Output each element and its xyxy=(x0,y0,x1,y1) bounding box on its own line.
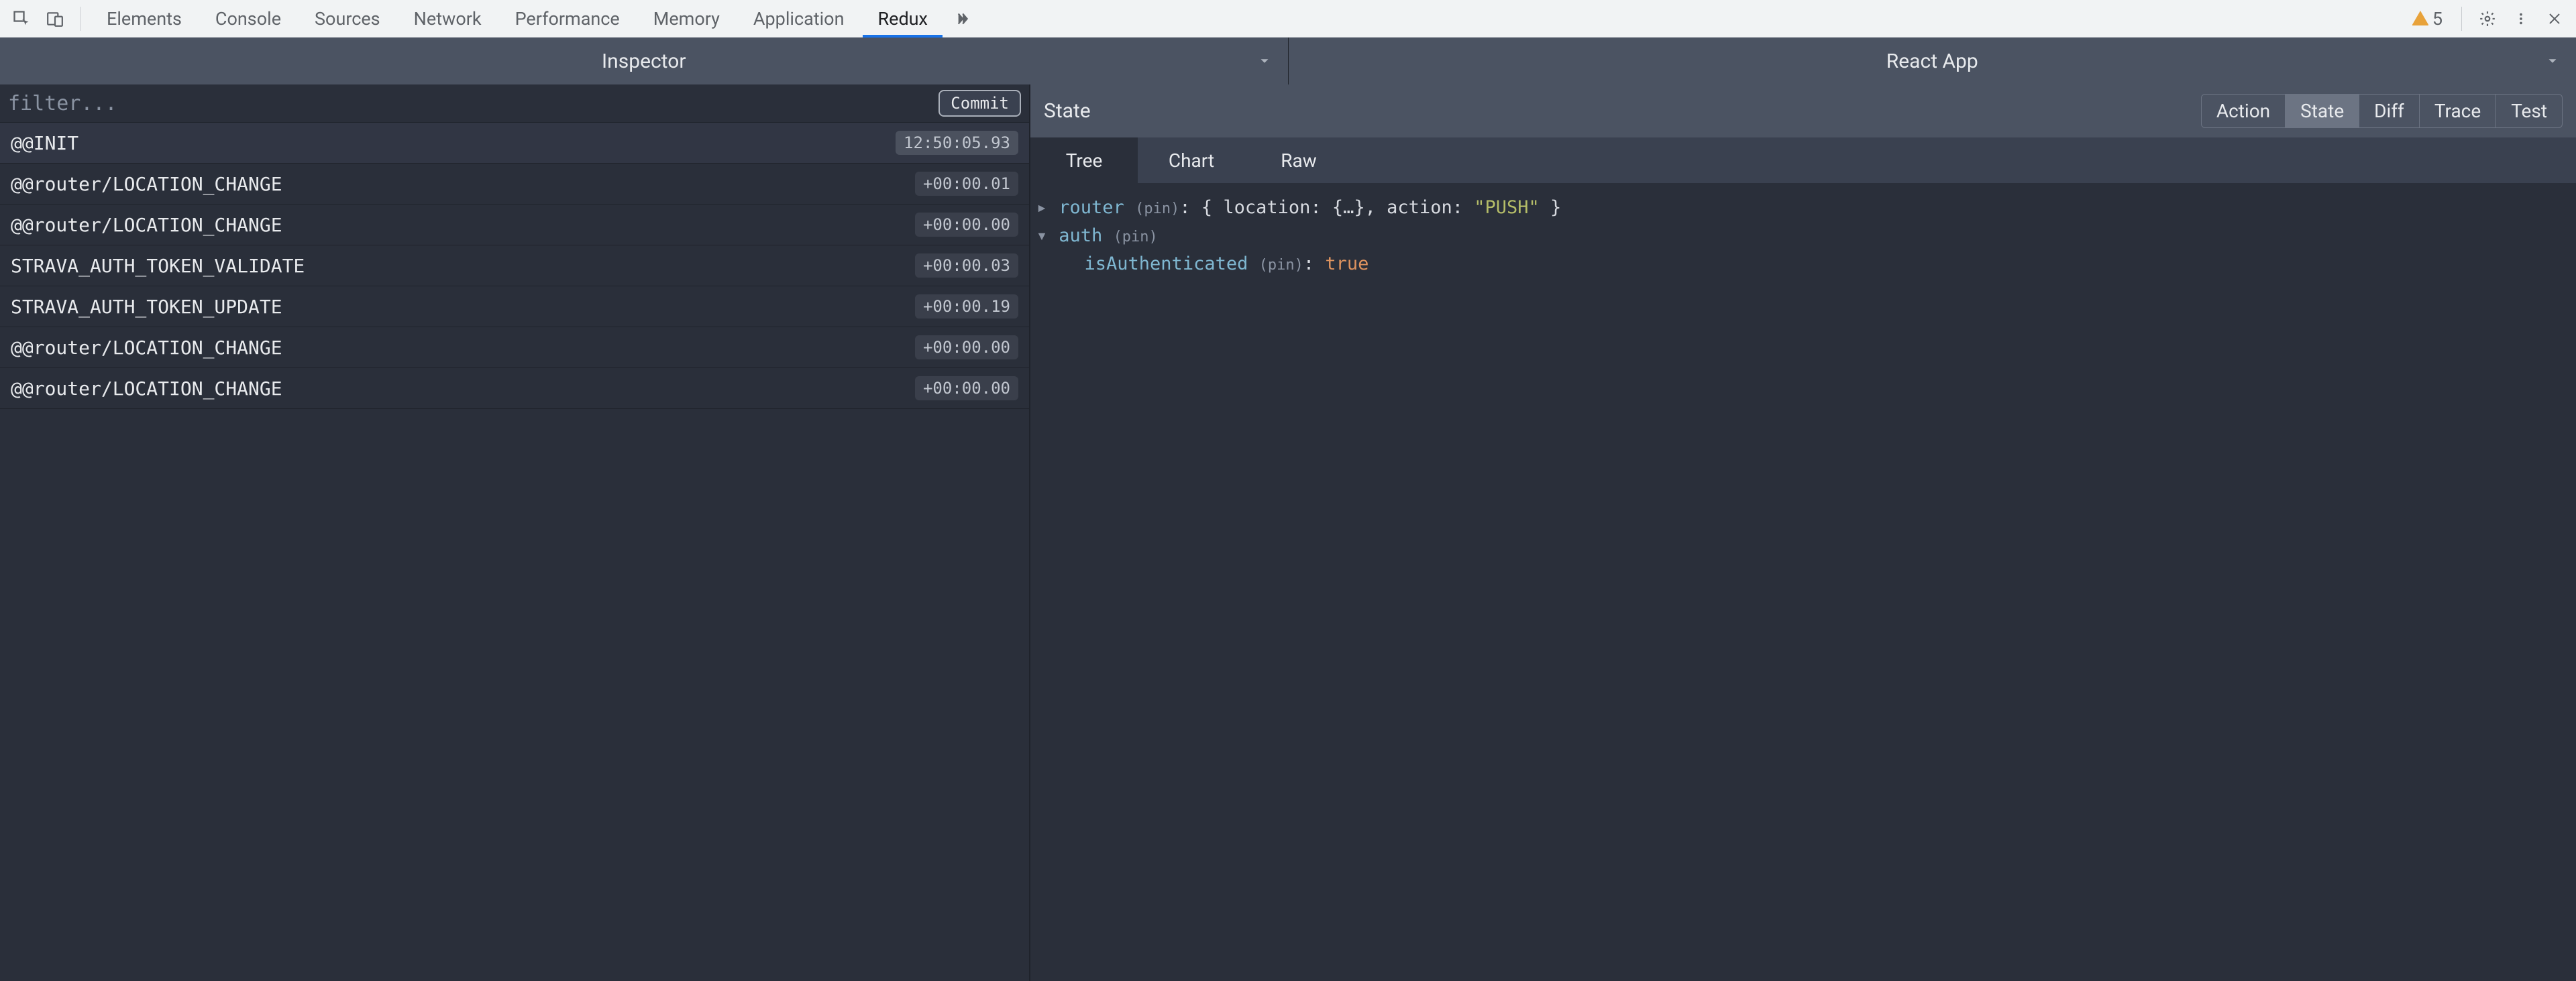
devtools-tab-console[interactable]: Console xyxy=(201,0,296,38)
action-list: @@INIT 12:50:05.93 @@router/LOCATION_CHA… xyxy=(0,123,1029,981)
tree-preview-str: "PUSH" xyxy=(1474,197,1540,218)
state-bar: State Action State Diff Trace Test xyxy=(1030,84,2576,137)
segment-test[interactable]: Test xyxy=(2496,95,2562,127)
segment-diff[interactable]: Diff xyxy=(2359,95,2420,127)
inspect-element-icon[interactable] xyxy=(7,4,36,34)
tree-key: auth xyxy=(1059,225,1102,246)
commit-button[interactable]: Commit xyxy=(938,90,1021,117)
tree-key: router xyxy=(1059,197,1124,218)
state-bar-label: State xyxy=(1044,99,2193,123)
tree-node-router[interactable]: ▸ router (pin): { location: {…}, action:… xyxy=(1036,194,2571,222)
close-icon[interactable] xyxy=(2540,4,2569,34)
filter-input[interactable] xyxy=(8,92,930,115)
state-segments: Action State Diff Trace Test xyxy=(2201,94,2563,128)
action-time: +00:00.01 xyxy=(915,172,1018,196)
action-row[interactable]: @@router/LOCATION_CHANGE +00:00.00 xyxy=(0,327,1029,368)
panel-header-instance[interactable]: React App xyxy=(1289,38,2576,84)
warning-count-value: 5 xyxy=(2432,8,2443,30)
view-tab-raw[interactable]: Raw xyxy=(1245,137,1352,183)
tree-preview-close: } xyxy=(1540,197,1562,218)
divider xyxy=(80,7,81,31)
tree-preview: { location: {…}, action: xyxy=(1201,197,1474,218)
action-row[interactable]: STRAVA_AUTH_TOKEN_UPDATE +00:00.19 xyxy=(0,286,1029,327)
tree-key: isAuthenticated xyxy=(1085,253,1248,274)
view-tab-tree[interactable]: Tree xyxy=(1030,137,1138,183)
devtools-tab-network[interactable]: Network xyxy=(399,0,496,38)
action-name: @@INIT xyxy=(11,132,78,154)
device-toolbar-icon[interactable] xyxy=(40,4,70,34)
action-name: @@router/LOCATION_CHANGE xyxy=(11,173,282,195)
action-time: 12:50:05.93 xyxy=(896,131,1018,155)
chevron-right-icon: ▸ xyxy=(1036,194,1048,222)
action-row[interactable]: STRAVA_AUTH_TOKEN_VALIDATE +00:00.03 xyxy=(0,245,1029,286)
tree-node-auth[interactable]: ▾ auth (pin) xyxy=(1036,222,2571,250)
action-row[interactable]: @@INIT 12:50:05.93 xyxy=(0,123,1029,164)
action-row[interactable]: @@router/LOCATION_CHANGE +00:00.00 xyxy=(0,368,1029,409)
state-tree: ▸ router (pin): { location: {…}, action:… xyxy=(1030,183,2576,981)
kebab-menu-icon[interactable] xyxy=(2506,4,2536,34)
devtools-tab-bar: Elements Console Sources Network Perform… xyxy=(0,0,2576,38)
tree-colon: : xyxy=(1303,253,1326,274)
action-row[interactable]: @@router/LOCATION_CHANGE +00:00.01 xyxy=(0,164,1029,205)
tree-value: true xyxy=(1325,253,1368,274)
filter-row: Commit xyxy=(0,84,1029,123)
devtools-tab-elements[interactable]: Elements xyxy=(92,0,197,38)
pin-label[interactable]: (pin) xyxy=(1135,200,1179,217)
panel-header-row: Inspector React App xyxy=(0,38,2576,84)
action-name: @@router/LOCATION_CHANGE xyxy=(11,337,282,359)
devtools-tab-redux[interactable]: Redux xyxy=(863,0,942,38)
segment-trace[interactable]: Trace xyxy=(2420,95,2496,127)
segment-action[interactable]: Action xyxy=(2202,95,2286,127)
action-time: +00:00.00 xyxy=(915,376,1018,400)
action-time: +00:00.03 xyxy=(915,253,1018,278)
chevron-down-icon: ▾ xyxy=(1036,222,1048,250)
redux-devtools-panel: Inspector React App Commit @@INIT 12:50:… xyxy=(0,38,2576,981)
view-tabs: Tree Chart Raw xyxy=(1030,137,2576,183)
view-tab-chart[interactable]: Chart xyxy=(1138,137,1245,183)
devtools-tab-sources[interactable]: Sources xyxy=(300,0,395,38)
devtools-tab-performance[interactable]: Performance xyxy=(500,0,635,38)
chevron-down-icon xyxy=(1257,54,1272,68)
action-row[interactable]: @@router/LOCATION_CHANGE +00:00.00 xyxy=(0,205,1029,245)
panel-header-right-label: React App xyxy=(1886,50,1978,73)
devtools-tab-memory[interactable]: Memory xyxy=(639,0,735,38)
divider xyxy=(2461,7,2462,31)
tree-node-isauthenticated[interactable]: isAuthenticated (pin): true xyxy=(1036,250,2571,278)
segment-state[interactable]: State xyxy=(2286,95,2359,127)
devtools-tab-application[interactable]: Application xyxy=(739,0,859,38)
warning-count[interactable]: 5 xyxy=(2404,8,2451,30)
chevron-down-icon xyxy=(2545,54,2560,68)
pin-label[interactable]: (pin) xyxy=(1114,229,1158,245)
panel-header-inspector[interactable]: Inspector xyxy=(0,38,1289,84)
panel-header-left-label: Inspector xyxy=(602,50,686,73)
action-name: STRAVA_AUTH_TOKEN_VALIDATE xyxy=(11,255,305,277)
action-time: +00:00.00 xyxy=(915,213,1018,237)
action-name: @@router/LOCATION_CHANGE xyxy=(11,214,282,236)
action-name: STRAVA_AUTH_TOKEN_UPDATE xyxy=(11,296,282,318)
action-time: +00:00.00 xyxy=(915,335,1018,359)
more-tabs-icon[interactable] xyxy=(947,4,976,34)
action-time: +00:00.19 xyxy=(915,294,1018,319)
action-name: @@router/LOCATION_CHANGE xyxy=(11,378,282,400)
pin-label[interactable]: (pin) xyxy=(1259,257,1303,274)
settings-icon[interactable] xyxy=(2473,4,2502,34)
